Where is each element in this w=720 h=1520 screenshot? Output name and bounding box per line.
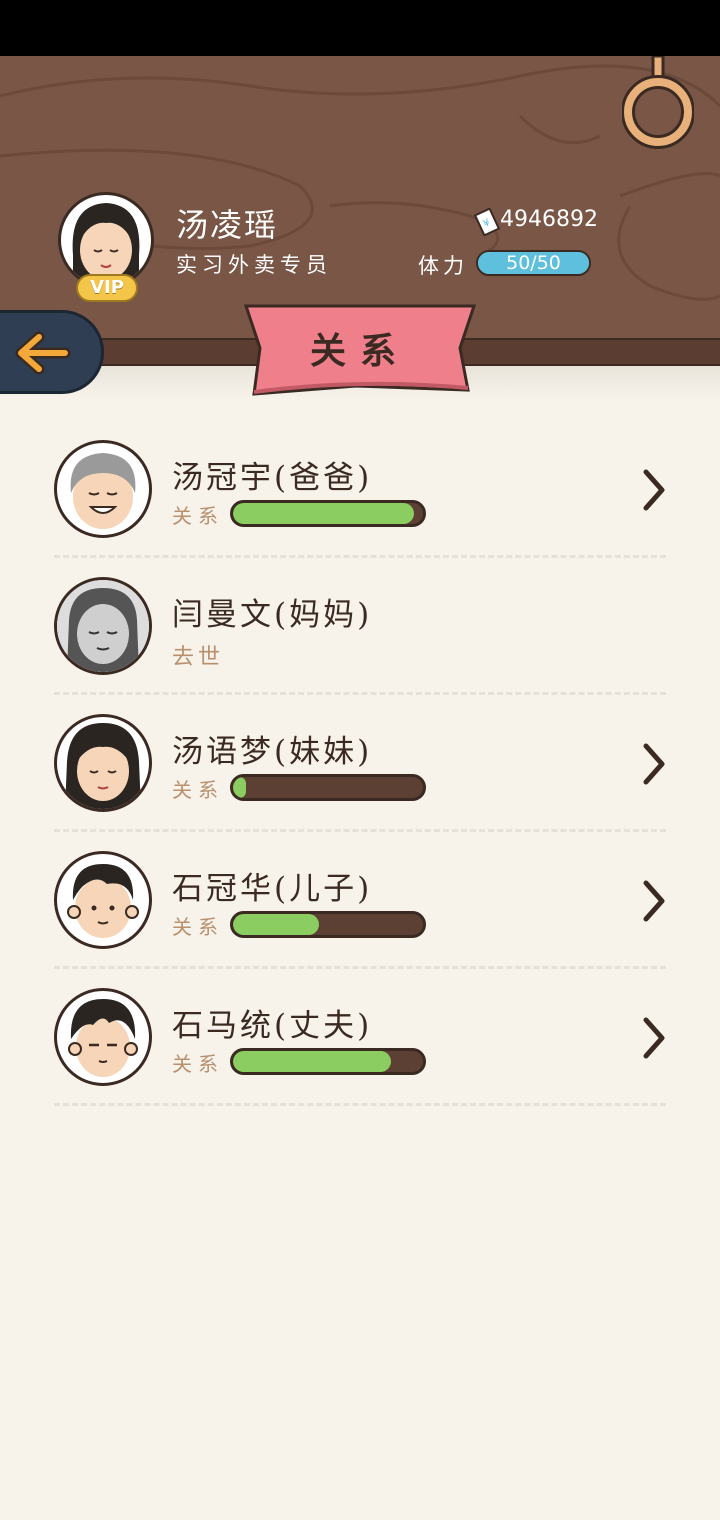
relationship-bar <box>230 500 426 527</box>
relative-row-son[interactable]: 石冠华(儿子) 关系 <box>0 835 720 972</box>
coin-count: 4946892 <box>500 207 598 232</box>
relative-name: 石马统(丈夫) <box>172 1008 373 1044</box>
chevron-right-icon[interactable] <box>640 879 668 923</box>
relative-row-mother: 闫曼文(妈妈) 去世 <box>0 561 720 698</box>
relationship-fill <box>233 914 319 935</box>
relationship-label: 关系 <box>172 915 224 939</box>
relative-name: 闫曼文(妈妈) <box>172 597 373 633</box>
relationship-bar <box>230 911 426 938</box>
stamina-value: 50/50 <box>506 252 561 274</box>
row-divider <box>54 966 666 969</box>
relationship-label: 关系 <box>172 504 224 528</box>
row-divider <box>54 829 666 832</box>
player-name: 汤凌瑶 <box>176 206 279 244</box>
relative-row-sister[interactable]: 汤语梦(妹妹) 关系 <box>0 698 720 835</box>
ticket-icon: ¥ <box>474 208 500 236</box>
row-divider <box>54 692 666 695</box>
relationship-label: 关系 <box>172 1052 224 1076</box>
relationship-fill <box>233 1051 391 1072</box>
row-divider <box>54 555 666 558</box>
relationship-fill <box>233 503 414 524</box>
father-avatar <box>54 440 152 538</box>
relationship-bar <box>230 774 426 801</box>
chevron-right-icon[interactable] <box>640 1016 668 1060</box>
sister-avatar <box>54 714 152 812</box>
page-title: 关系 <box>309 330 410 372</box>
relative-name: 汤冠宇(爸爸) <box>172 460 373 496</box>
deceased-status: 去世 <box>172 645 225 670</box>
relationship-label: 关系 <box>172 778 224 802</box>
relative-name: 石冠华(儿子) <box>172 871 373 907</box>
player-job-title: 实习外卖专员 <box>176 253 332 277</box>
stamina-label: 体力 <box>418 254 468 278</box>
stamina-bar: 50/50 <box>476 250 591 276</box>
relative-row-husband[interactable]: 石马统(丈夫) 关系 <box>0 972 720 1109</box>
status-bar <box>0 0 720 56</box>
arrow-left-icon <box>15 331 71 375</box>
chevron-right-icon[interactable] <box>640 468 668 512</box>
relative-row-father[interactable]: 汤冠宇(爸爸) 关系 <box>0 424 720 561</box>
son-avatar <box>54 851 152 949</box>
mother-avatar <box>54 577 152 675</box>
relationship-bar <box>230 1048 426 1075</box>
vip-badge: VIP <box>76 274 138 302</box>
back-button[interactable] <box>0 310 104 394</box>
husband-avatar <box>54 988 152 1086</box>
relative-name: 汤语梦(妹妹) <box>172 734 373 770</box>
ring-icon[interactable] <box>622 56 694 152</box>
chevron-right-icon[interactable] <box>640 742 668 786</box>
relationship-fill <box>233 777 247 798</box>
row-divider <box>54 1103 666 1106</box>
relatives-list: 汤冠宇(爸爸) 关系 闫曼文(妈妈) 去世 汤语梦(妹妹) 关系 石冠华(儿子)… <box>0 424 720 1109</box>
